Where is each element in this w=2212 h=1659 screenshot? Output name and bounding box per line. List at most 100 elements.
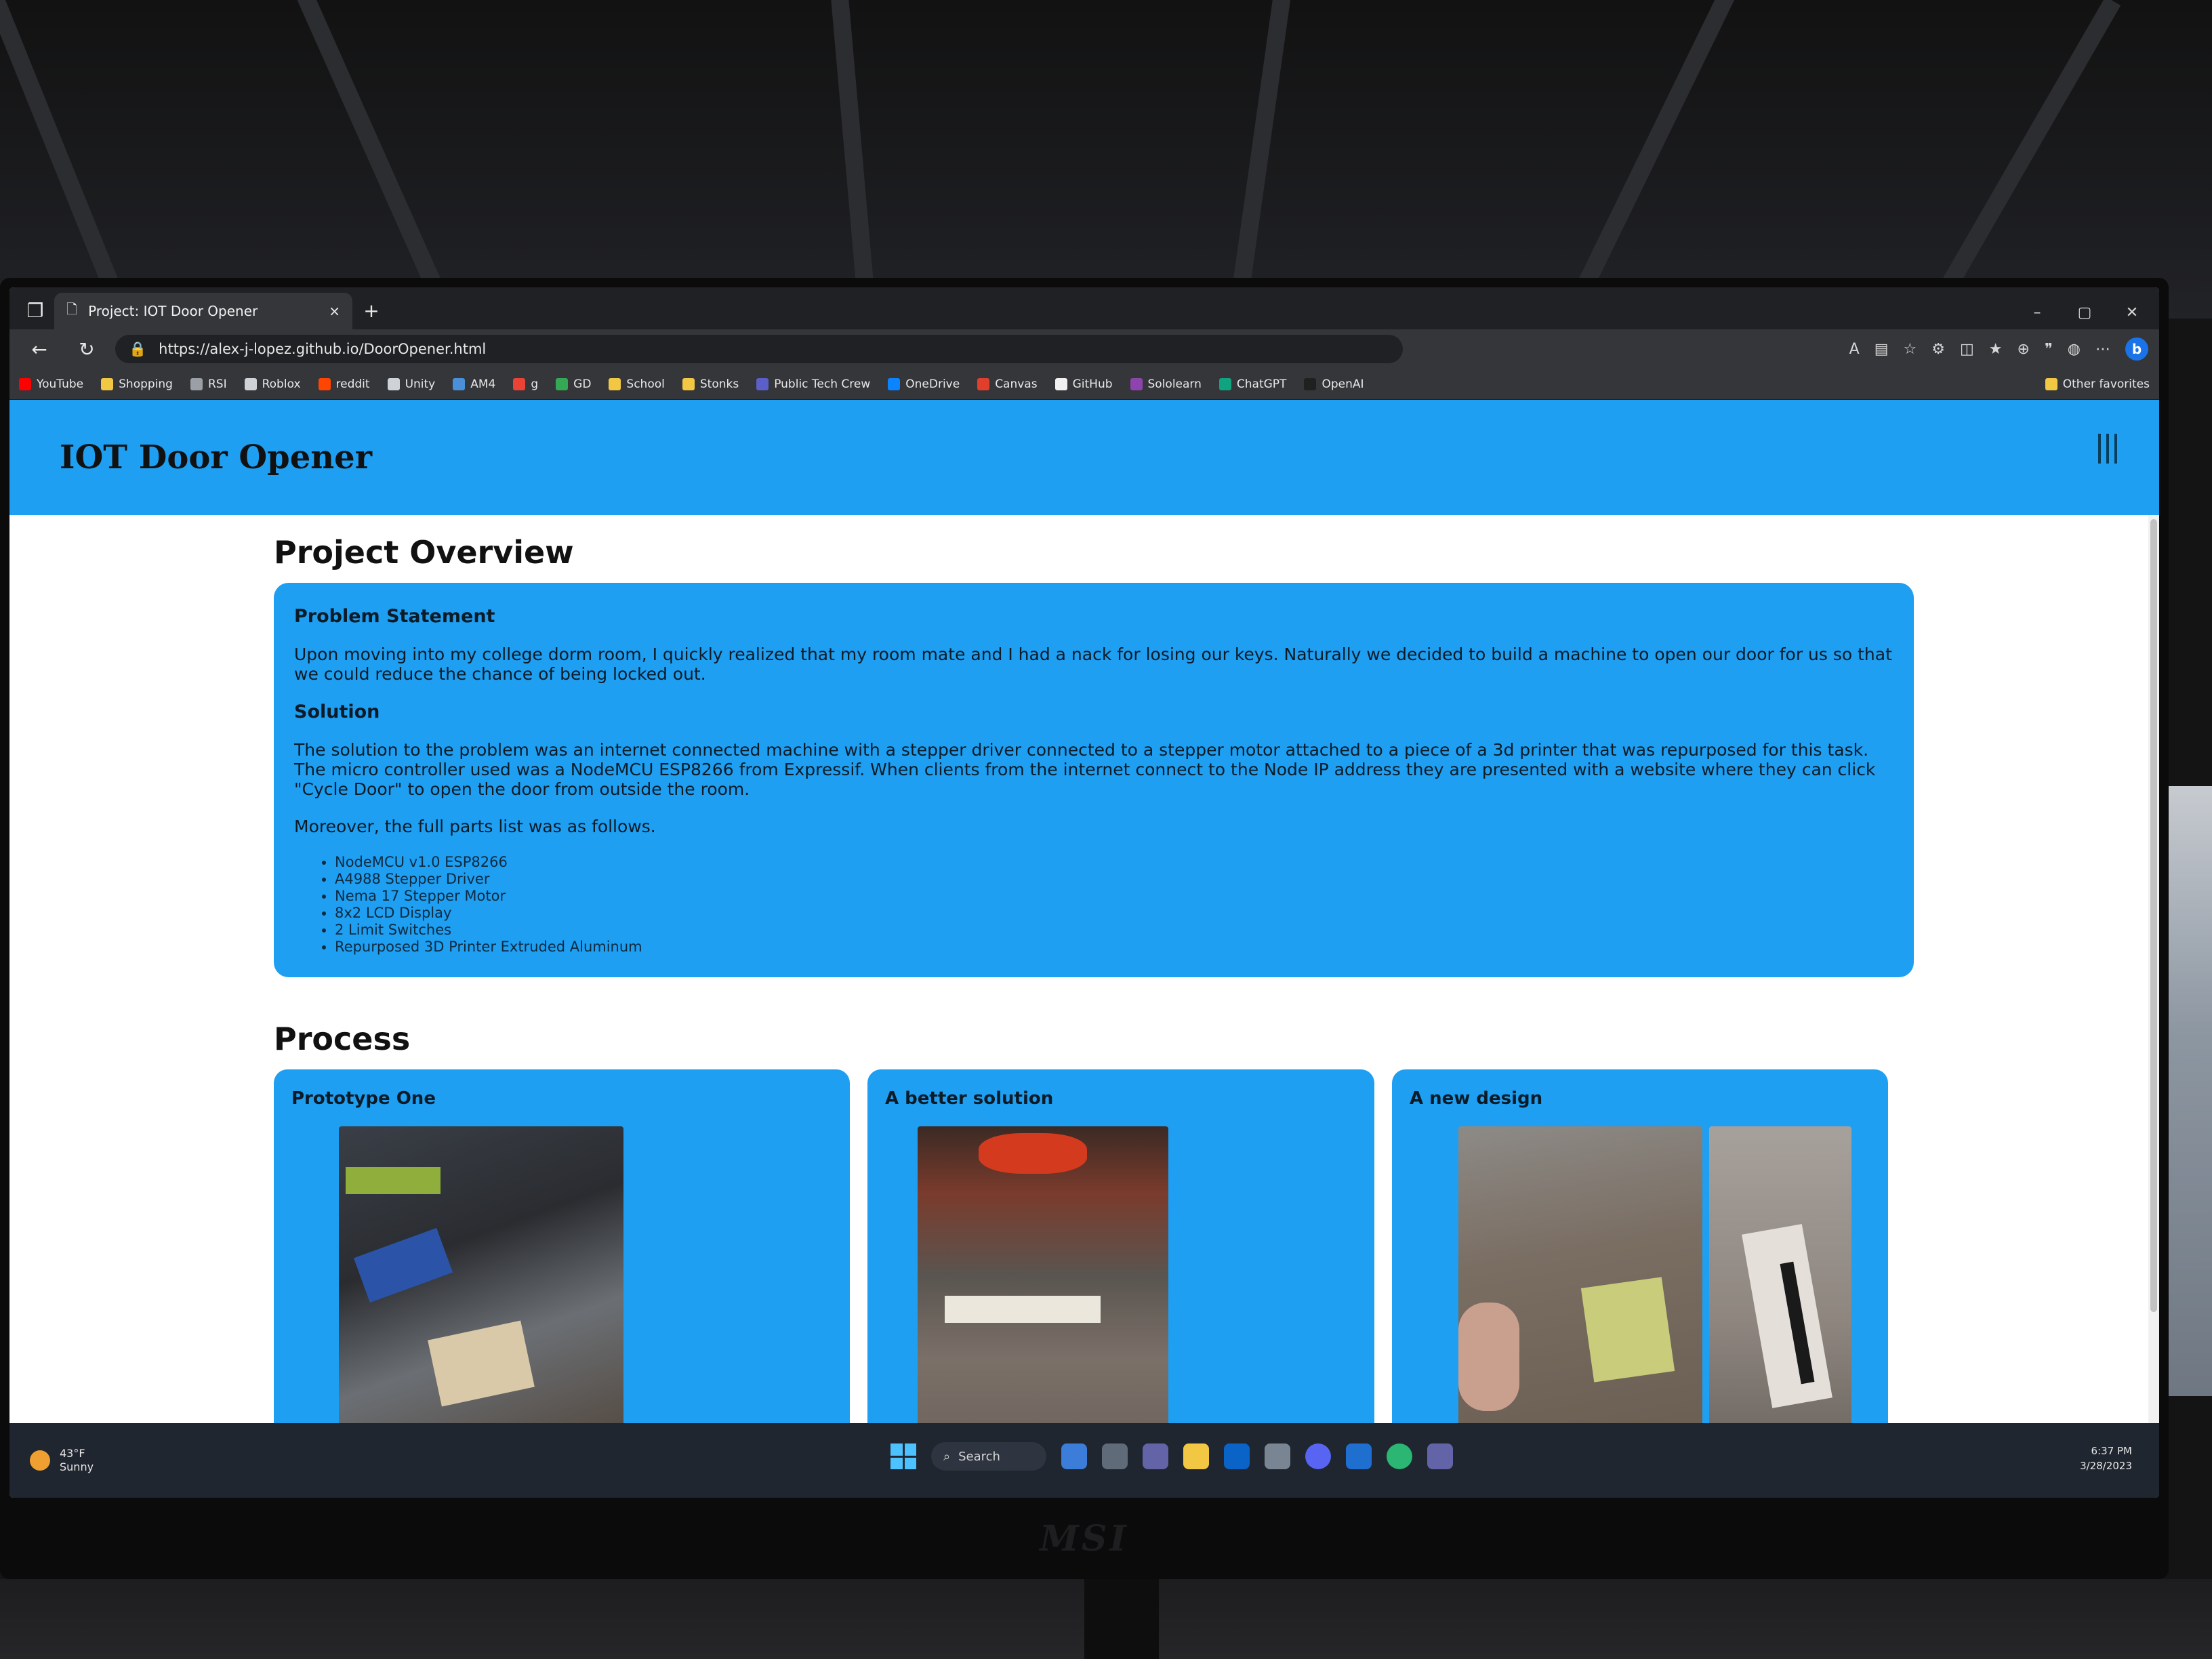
browser-toolbar: A ▤ ☆ ⚙ ◫ ★ ⊕ ❞ ◍ ⋯ b (1849, 337, 2148, 361)
bookmark-label: Roblox (262, 377, 301, 391)
bookmark-onedrive[interactable]: OneDrive (888, 377, 960, 391)
start-button[interactable] (890, 1443, 916, 1469)
bookmark-g[interactable]: g (513, 377, 538, 391)
quote-icon[interactable]: ❞ (2045, 341, 2053, 358)
bookmark-icon (19, 377, 31, 390)
tab-bar: ❐ 🗋 Project: IOT Door Opener × + – ▢ ✕ (9, 287, 2159, 329)
chat-icon[interactable] (1143, 1443, 1168, 1469)
new-tab-button[interactable]: + (352, 291, 390, 329)
bookmark-canvas[interactable]: Canvas (977, 377, 1038, 391)
url-text: https://alex-j-lopez.github.io/DoorOpene… (159, 341, 487, 357)
web-page: IOT Door Opener Project Overview Problem… (9, 400, 2159, 1423)
immersive-reader-icon[interactable]: ▤ (1875, 341, 1889, 358)
screen: ❐ 🗋 Project: IOT Door Opener × + – ▢ ✕ ←… (9, 287, 2159, 1498)
perfboard-photo[interactable] (1709, 1126, 1851, 1423)
ceiling-background (0, 0, 2212, 319)
task-view-icon[interactable] (1102, 1443, 1128, 1469)
read-aloud-icon[interactable]: A (1849, 341, 1860, 358)
bookmark-label: reddit (335, 377, 370, 391)
favorites-icon[interactable]: ★ (1989, 341, 2003, 358)
problem-text: Upon moving into my college dorm room, I… (294, 644, 1892, 684)
split-screen-icon[interactable]: ◫ (1960, 341, 1974, 358)
bookmark-school[interactable]: School (609, 377, 665, 391)
page-scrollbar[interactable] (2148, 515, 2159, 1423)
tab-close-icon[interactable]: × (329, 303, 340, 319)
bookmark-youtube[interactable]: YouTube (19, 377, 83, 391)
back-arrow-icon[interactable]: ← (20, 330, 58, 368)
bookmark-public-tech-crew[interactable]: Public Tech Crew (756, 377, 870, 391)
hamburger-menu-icon[interactable] (2098, 434, 2125, 464)
bookmark-icon (609, 377, 621, 390)
close-window-button[interactable]: ✕ (2118, 304, 2146, 321)
site-header: IOT Door Opener (9, 400, 2159, 515)
bookmark-label: AM4 (470, 377, 496, 391)
profile-avatar[interactable]: ◍ (2068, 341, 2081, 358)
bookmark-icon (1054, 377, 1067, 390)
process-heading: Process (274, 1021, 411, 1057)
teams-icon[interactable] (1427, 1443, 1453, 1469)
bookmark-label: Sololearn (1147, 377, 1202, 391)
breadboard-photo[interactable] (918, 1126, 1168, 1423)
bookmark-stonks[interactable]: Stonks (682, 377, 739, 391)
bookmark-label: RSI (207, 377, 227, 391)
bookmark-label: ChatGPT (1236, 377, 1287, 391)
discord-icon[interactable] (1305, 1443, 1331, 1469)
bookmark-gd[interactable]: GD (556, 377, 591, 391)
workspaces-icon[interactable]: ❐ (16, 291, 54, 329)
problem-title: Problem Statement (294, 606, 495, 627)
card-title: Prototype One (291, 1088, 436, 1109)
outlook-icon[interactable] (1224, 1443, 1250, 1469)
refresh-icon[interactable]: ↻ (68, 330, 106, 368)
weather-widget[interactable]: 43°F Sunny (30, 1447, 94, 1474)
bookmark-icon (977, 377, 990, 390)
bookmark-am4[interactable]: AM4 (453, 377, 495, 391)
taskbar-apps: ⌕ Search (890, 1442, 1453, 1471)
bookmark-sololearn[interactable]: Sololearn (1130, 377, 1202, 391)
bookmark-unity[interactable]: Unity (387, 377, 435, 391)
list-item: Repurposed 3D Printer Extruded Aluminum (335, 939, 1893, 956)
clock-time: 6:37 PM (2091, 1445, 2132, 1457)
prototype-photo[interactable] (339, 1126, 623, 1423)
tab-project[interactable]: 🗋 Project: IOT Door Opener × (54, 293, 352, 329)
file-explorer-icon[interactable] (1183, 1443, 1209, 1469)
collections-icon[interactable]: ⊕ (2018, 341, 2030, 358)
minimize-button[interactable]: – (2024, 304, 2051, 321)
extensions-icon[interactable]: ⚙ (1931, 341, 1945, 358)
more-menu-icon[interactable]: ⋯ (2095, 341, 2110, 358)
bookmark-label: Canvas (995, 377, 1038, 391)
solder-board-photo[interactable] (1458, 1126, 1702, 1423)
bookmark-shopping[interactable]: Shopping (101, 377, 173, 391)
bookmark-icon (387, 377, 400, 390)
other-favorites[interactable]: Other favorites (2045, 377, 2150, 391)
list-item: Nema 17 Stepper Motor (335, 888, 1893, 905)
weather-temp: 43°F (60, 1447, 85, 1460)
parts-list: NodeMCU v1.0 ESP8266 A4988 Stepper Drive… (294, 854, 1893, 956)
widgets-icon[interactable] (1061, 1443, 1087, 1469)
process-card-better-solution: A better solution (867, 1069, 1374, 1423)
bookmark-github[interactable]: GitHub (1054, 377, 1113, 391)
bookmark-rsi[interactable]: RSI (190, 377, 227, 391)
lock-icon[interactable]: 🔒 (129, 341, 146, 358)
bookmark-label: GD (573, 377, 592, 391)
bookmark-openai[interactable]: OpenAI (1304, 377, 1364, 391)
list-item: 8x2 LCD Display (335, 905, 1893, 922)
bing-icon[interactable]: b (2125, 337, 2148, 361)
solution-text: The solution to the problem was an inter… (294, 740, 1876, 799)
bookmark-roblox[interactable]: Roblox (244, 377, 301, 391)
settings-icon[interactable] (1265, 1443, 1290, 1469)
bookmark-icon (756, 377, 769, 390)
maximize-button[interactable]: ▢ (2071, 304, 2098, 321)
add-favorite-icon[interactable]: ☆ (1904, 341, 1917, 358)
taskbar-search[interactable]: ⌕ Search (931, 1442, 1046, 1471)
system-clock[interactable]: 6:37 PM 3/28/2023 (2080, 1443, 2132, 1473)
url-field[interactable]: 🔒 https://alex-j-lopez.github.io/DoorOpe… (115, 335, 1403, 363)
bookmark-chatgpt[interactable]: ChatGPT (1218, 377, 1287, 391)
bookmark-icon (453, 377, 466, 390)
sun-icon (30, 1450, 50, 1471)
monitor-bezel: MSI (0, 1498, 2169, 1579)
bookmark-reddit[interactable]: reddit (318, 377, 370, 391)
bing-app-icon[interactable] (1346, 1443, 1372, 1469)
edge-icon[interactable] (1387, 1443, 1412, 1469)
process-card-new-design: A new design (1392, 1069, 1888, 1423)
bookmark-icon (318, 377, 331, 390)
